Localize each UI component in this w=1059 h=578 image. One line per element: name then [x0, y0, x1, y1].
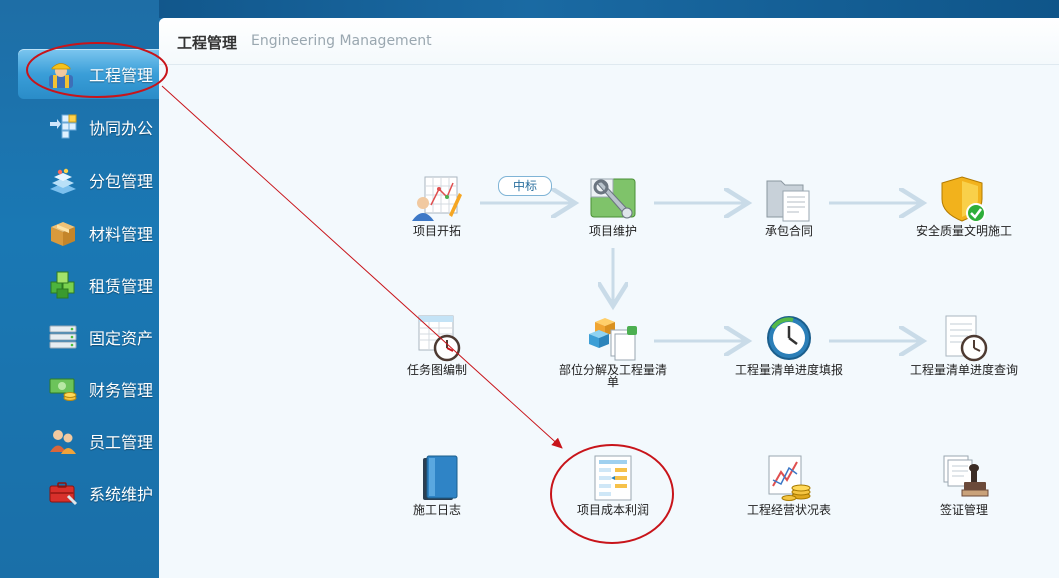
project-maintenance-icon	[590, 178, 636, 219]
module-decompose[interactable]: 部位分解及工程量清单	[558, 314, 668, 388]
module-contract[interactable]: 承包合同	[734, 175, 844, 237]
safety-shield-icon	[941, 176, 986, 223]
module-label: 施工日志	[412, 503, 461, 517]
progress-query-icon	[945, 315, 988, 362]
module-label: 承包合同	[764, 224, 813, 238]
module-safety[interactable]: 安全质量文明施工	[909, 175, 1019, 237]
module-status-report[interactable]: 工程经营状况表	[734, 454, 844, 516]
module-label: 任务图编制	[406, 363, 467, 377]
decompose-icon	[589, 318, 637, 361]
module-label: 工程经营状况表	[746, 503, 831, 517]
module-label: 安全质量文明施工	[915, 224, 1012, 238]
module-project-start[interactable]: 项目开拓	[382, 175, 492, 237]
module-daily-log[interactable]: 施工日志	[382, 454, 492, 516]
module-label: 工程量清单进度查询	[909, 363, 1018, 377]
module-label: 工程量清单进度填报	[734, 363, 843, 377]
progress-clock-icon	[767, 316, 811, 360]
contract-folder-icon	[766, 180, 810, 222]
flow-arrows	[480, 0, 1059, 578]
module-label: 项目成本利润	[576, 503, 649, 517]
module-label: 项目开拓	[412, 224, 461, 238]
module-label: 部位分解及工程量清单	[558, 363, 667, 389]
project-start-icon	[412, 176, 462, 221]
visa-stamp-icon	[943, 455, 989, 497]
module-label: 签证管理	[939, 503, 988, 517]
module-visa[interactable]: 签证管理	[909, 454, 1019, 516]
award-badge: 中标	[498, 176, 552, 196]
module-project-maintenance[interactable]: 项目维护	[558, 175, 668, 237]
module-progress-query[interactable]: 工程量清单进度查询	[909, 314, 1019, 376]
task-chart-icon	[418, 315, 461, 362]
cost-profit-icon	[594, 455, 632, 501]
logbook-icon	[423, 455, 458, 500]
status-report-icon	[768, 455, 811, 501]
module-cost-profit[interactable]: 项目成本利润	[558, 454, 668, 516]
module-progress-fill[interactable]: 工程量清单进度填报	[734, 314, 844, 376]
module-label: 项目维护	[588, 224, 637, 238]
module-task-chart[interactable]: 任务图编制	[382, 314, 492, 376]
